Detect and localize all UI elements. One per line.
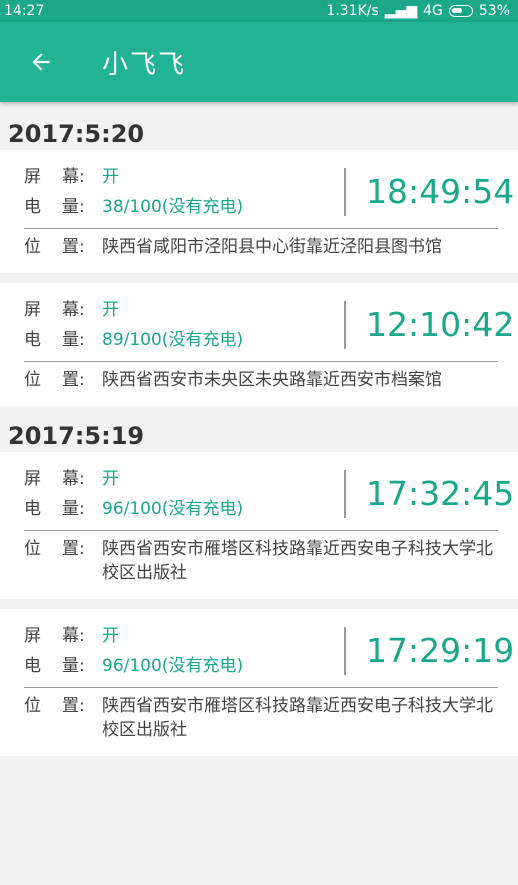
screen-status: 开 — [102, 167, 119, 187]
battery-status: 89/100(没有充电) — [102, 330, 244, 350]
divider — [24, 361, 498, 362]
vertical-divider — [344, 301, 346, 349]
record-time: 17:29:19 — [366, 631, 515, 670]
divider — [24, 228, 498, 229]
status-bar: 14:27 1.31K/s ▂▄▆ 4G 53% — [0, 0, 518, 22]
vertical-divider — [344, 470, 346, 518]
battery-icon — [448, 5, 473, 17]
record-time: 12:10:42 — [366, 305, 515, 344]
network-speed: 1.31K/s — [326, 3, 379, 19]
date-header: 2017:5:20 — [8, 120, 145, 148]
date-group: 2017:5:19 屏幕: 开 电量: 96/100(没有充电) 17:32:4… — [0, 416, 518, 756]
record-time: 18:49:54 — [366, 172, 515, 211]
signal-icon: ▂▄▆ — [384, 3, 418, 19]
record-list[interactable]: 2017:5:20 屏幕: 开 电量: 38/100(没有充电) 18:49:5… — [0, 102, 518, 756]
location-text: 陕西省西安市未央区未央路靠近西安市档案馆 — [102, 370, 442, 390]
arrow-left-icon — [32, 53, 50, 71]
record-card[interactable]: 屏幕: 开 电量: 38/100(没有充电) 18:49:54 位置: 陕西省咸… — [0, 150, 518, 273]
location-text: 陕西省西安市雁塔区科技路靠近西安电子科技大学北校区出版社 — [102, 539, 493, 583]
battery-status: 96/100(没有充电) — [102, 499, 244, 519]
record-card[interactable]: 屏幕: 开 电量: 89/100(没有充电) 12:10:42 位置: 陕西省西… — [0, 283, 518, 406]
record-card[interactable]: 屏幕: 开 电量: 96/100(没有充电) 17:29:19 位置: 陕西省西… — [0, 609, 518, 756]
vertical-divider — [344, 168, 346, 216]
toolbar: 小飞飞 — [0, 22, 518, 102]
screen-status: 开 — [102, 300, 119, 320]
battery-percent: 53% — [478, 3, 510, 19]
screen-status: 开 — [102, 626, 119, 646]
date-header: 2017:5:19 — [8, 422, 145, 450]
status-indicators: 1.31K/s ▂▄▆ 4G 53% — [326, 3, 510, 19]
record-time: 17:32:45 — [366, 474, 515, 513]
divider — [24, 687, 498, 688]
battery-status: 96/100(没有充电) — [102, 656, 244, 676]
date-group: 2017:5:20 屏幕: 开 电量: 38/100(没有充电) 18:49:5… — [0, 114, 518, 406]
network-type: 4G — [423, 3, 443, 19]
back-button[interactable] — [0, 22, 82, 102]
location-text: 陕西省西安市雁塔区科技路靠近西安电子科技大学北校区出版社 — [102, 696, 493, 740]
location-text: 陕西省咸阳市泾阳县中心街靠近泾阳县图书馆 — [102, 237, 442, 257]
divider — [24, 530, 498, 531]
vertical-divider — [344, 627, 346, 675]
status-time: 14:27 — [4, 3, 45, 19]
page-title: 小飞飞 — [102, 49, 187, 80]
battery-status: 38/100(没有充电) — [102, 197, 244, 217]
record-card[interactable]: 屏幕: 开 电量: 96/100(没有充电) 17:32:45 位置: 陕西省西… — [0, 452, 518, 599]
screen-status: 开 — [102, 469, 119, 489]
